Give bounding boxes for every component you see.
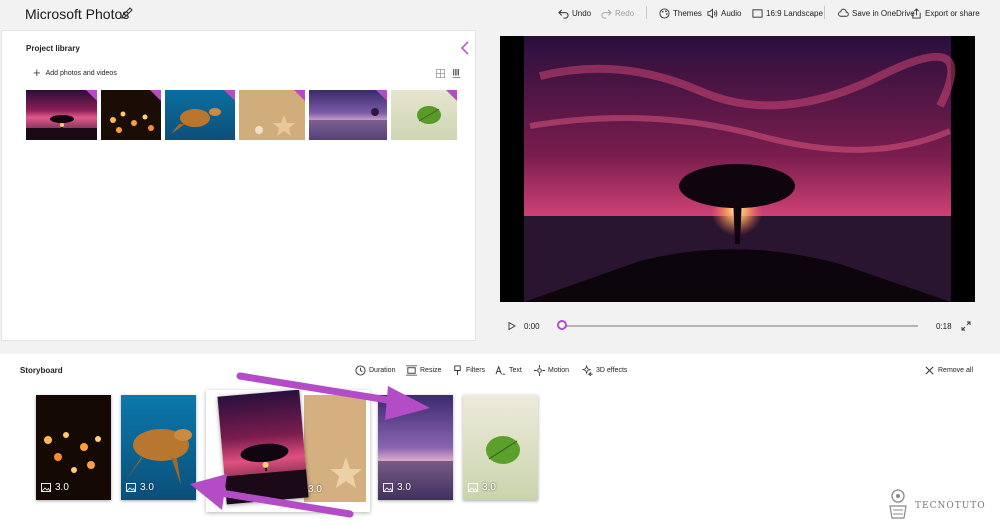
tecnotuto-logo-icon [889,489,907,519]
arrow-left-annotation [190,474,354,518]
watermark-text: TECNOTUTO [915,501,986,511]
arrow-right-annotation [236,372,430,420]
annotation-arrows [190,372,430,518]
